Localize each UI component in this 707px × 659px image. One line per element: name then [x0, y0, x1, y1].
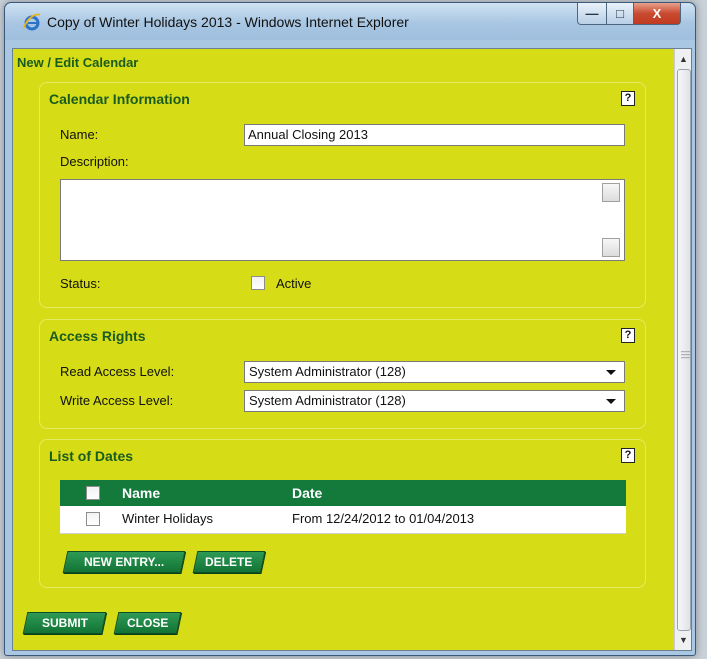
close-label: CLOSE [126, 616, 169, 630]
scrollbar-thumb[interactable]: — — — [677, 69, 691, 631]
close-button[interactable]: CLOSE [113, 612, 182, 634]
read-access-select[interactable]: System Administrator (128) [244, 361, 625, 383]
textarea-resize-icon[interactable] [602, 238, 620, 257]
dropdown-arrow-icon [606, 370, 616, 375]
page-title: New / Edit Calendar [17, 55, 139, 70]
maximize-icon: □ [616, 6, 624, 21]
page-viewport: New / Edit Calendar Calendar Information… [12, 48, 692, 651]
submit-label: SUBMIT [41, 616, 88, 630]
row-date: From 12/24/2012 to 01/04/2013 [292, 511, 475, 526]
new-entry-button[interactable]: NEW ENTRY... [62, 551, 186, 573]
description-label: Description: [60, 154, 129, 169]
list-of-dates-section: List of Dates ? Name Date Winter Holiday… [39, 439, 646, 588]
scrollbar-grip-icon: — — — [681, 346, 690, 362]
title-bar[interactable]: Copy of Winter Holidays 2013 - Windows I… [5, 3, 695, 40]
read-access-label: Read Access Level: [60, 364, 175, 379]
row-name: Winter Holidays [122, 511, 214, 526]
calendar-information-section: Calendar Information ? Name: Annual Clos… [39, 82, 646, 308]
new-entry-label: NEW ENTRY... [83, 555, 165, 569]
ie-logo-icon [23, 13, 41, 31]
section-title-access-rights: Access Rights [49, 328, 146, 344]
write-access-label: Write Access Level: [60, 393, 174, 408]
submit-button[interactable]: SUBMIT [22, 612, 107, 634]
column-header-date[interactable]: Date [292, 480, 322, 506]
dropdown-arrow-icon [606, 399, 616, 404]
section-title-list-of-dates: List of Dates [49, 448, 134, 464]
read-access-value: System Administrator (128) [249, 364, 406, 379]
name-label: Name: [60, 127, 99, 142]
active-label: Active [276, 276, 312, 291]
write-access-select[interactable]: System Administrator (128) [244, 390, 625, 412]
vertical-scrollbar[interactable]: ▲ — — — ▼ [674, 49, 691, 650]
close-window-button[interactable]: X [634, 3, 681, 25]
minimize-icon: — [585, 6, 599, 21]
scroll-down-icon[interactable]: ▼ [675, 632, 691, 648]
column-header-name[interactable]: Name [122, 480, 160, 506]
help-icon[interactable]: ? [621, 91, 635, 106]
access-rights-section: Access Rights ? Read Access Level: Syste… [39, 319, 646, 429]
row-checkbox[interactable] [86, 512, 100, 526]
help-icon[interactable]: ? [621, 448, 635, 463]
status-label: Status: [60, 276, 101, 291]
delete-label: DELETE [205, 555, 253, 569]
section-title-calendar-information: Calendar Information [49, 91, 190, 107]
description-textarea[interactable] [60, 179, 625, 261]
close-icon: X [652, 6, 662, 21]
page-content: New / Edit Calendar Calendar Information… [13, 49, 674, 650]
active-checkbox[interactable] [251, 276, 265, 290]
browser-window: Copy of Winter Holidays 2013 - Windows I… [4, 2, 696, 656]
help-icon[interactable]: ? [621, 328, 635, 343]
minimize-button[interactable]: — [577, 3, 607, 25]
maximize-button[interactable]: □ [607, 3, 634, 25]
name-input[interactable]: Annual Closing 2013 [244, 124, 625, 146]
delete-button[interactable]: DELETE [192, 551, 266, 573]
window-title: Copy of Winter Holidays 2013 - Windows I… [47, 14, 409, 30]
select-all-checkbox[interactable] [86, 486, 100, 500]
textarea-scroll-up-icon[interactable] [602, 183, 620, 202]
table-header: Name Date [60, 480, 626, 506]
dates-table: Name Date Winter Holidays From 12/24/201… [60, 480, 626, 534]
write-access-value: System Administrator (128) [249, 393, 406, 408]
scroll-up-icon[interactable]: ▲ [675, 51, 691, 67]
table-row[interactable]: Winter Holidays From 12/24/2012 to 01/04… [60, 506, 626, 534]
